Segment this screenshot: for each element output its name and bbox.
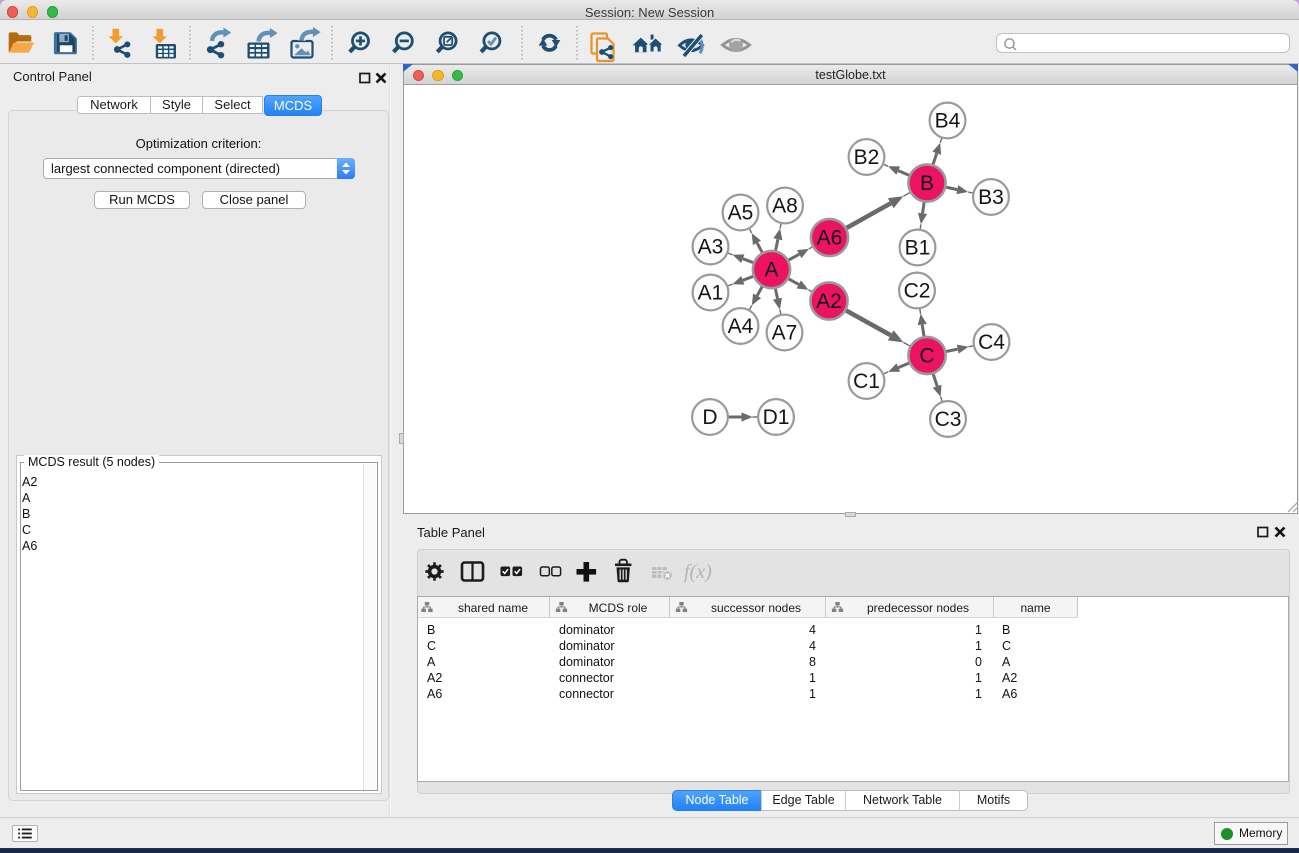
svg-text:C1: C1 [853,370,880,393]
svg-text:A: A [764,259,778,282]
svg-text:B: B [920,172,934,195]
svg-text:A1: A1 [698,282,724,305]
svg-text:C4: C4 [978,331,1005,354]
svg-text:A8: A8 [772,195,798,218]
svg-text:B4: B4 [935,110,961,133]
svg-text:A3: A3 [698,236,724,259]
svg-text:A4: A4 [728,315,754,338]
svg-text:C: C [919,345,934,368]
svg-text:A2: A2 [816,290,842,313]
svg-text:A6: A6 [817,227,843,250]
svg-text:B1: B1 [905,237,931,260]
svg-text:D1: D1 [763,406,790,429]
svg-text:A7: A7 [772,322,798,345]
svg-text:B3: B3 [978,186,1004,209]
svg-text:C2: C2 [904,280,931,303]
svg-text:D: D [702,406,717,429]
svg-text:f(x): f(x) [684,561,712,583]
svg-text:B2: B2 [854,146,880,169]
svg-text:A5: A5 [728,202,754,225]
svg-text:C3: C3 [935,408,962,431]
